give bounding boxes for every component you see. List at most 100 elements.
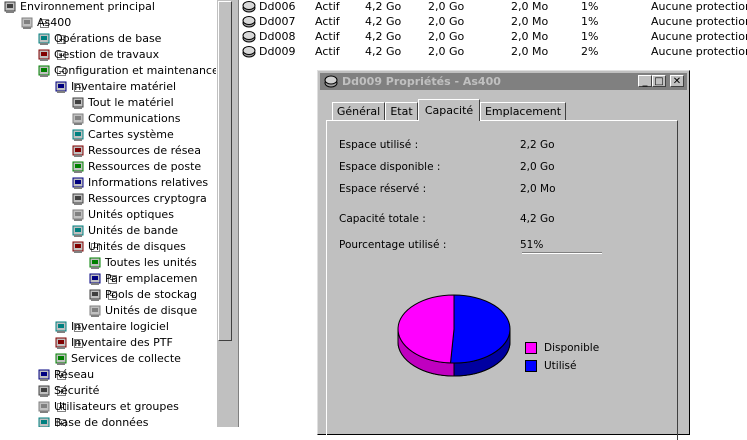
- by-location-icon: [88, 272, 102, 286]
- tree-item-label: Unités optiques: [88, 208, 174, 221]
- tape-units-icon: [71, 224, 85, 238]
- tab-general[interactable]: Général: [332, 102, 385, 120]
- legend-label-available: Disponible: [544, 342, 600, 354]
- tree-item-label: Environnement principal: [20, 0, 155, 13]
- tab-capacite[interactable]: Capacité: [418, 99, 480, 121]
- maximize-button[interactable]: □: [652, 75, 666, 87]
- available-space-value: 2,0 Go: [520, 161, 555, 173]
- total-separator: [522, 252, 602, 254]
- tab-emplacement[interactable]: Emplacement: [480, 102, 566, 120]
- security-icon: [37, 384, 51, 398]
- list-row[interactable]: Dd009 Actif 4,2 Go 2,0 Go 2,0 Mo 2% Aucune pro…: [239, 44, 747, 60]
- list-cell-name: Dd006: [259, 0, 296, 13]
- list-cell-available: 2,0 Go: [428, 15, 465, 28]
- list-cell-name: Dd009: [259, 45, 296, 58]
- list-cell-used-pct: 1%: [581, 30, 599, 43]
- tree-item-label: Inventaire logiciel: [71, 320, 169, 333]
- list-cell-reserved: 2,0 Mo: [511, 30, 549, 43]
- percent-used-value: 51%: [520, 239, 544, 251]
- tree-item-label: Sécurité: [54, 384, 100, 397]
- communications-icon: [71, 112, 85, 126]
- tree-item-label: Informations relatives: [88, 176, 209, 189]
- tree-item-label: Base de données: [54, 416, 149, 427]
- storage-pools-icon: [88, 288, 102, 302]
- list-cell-capacity: 4,2 Go: [365, 45, 402, 58]
- list-row[interactable]: Dd008 Actif 4,2 Go 2,0 Go 2,0 Mo 1% Aucune pro…: [239, 29, 747, 45]
- list-cell-name: Dd008: [259, 30, 296, 43]
- list-cell-used-pct: 2%: [581, 45, 599, 58]
- legend-swatch-used: [525, 360, 537, 372]
- list-cell-status: Actif: [315, 45, 340, 58]
- tree-item-label: Services de collecte: [71, 352, 181, 365]
- database-icon: [37, 416, 51, 427]
- tree-item-label: Utilisateurs et groupes: [54, 400, 179, 413]
- list-cell-status: Actif: [315, 30, 340, 43]
- list-cell-protection: Aucune protection: [651, 0, 747, 13]
- scrollbar-thumb[interactable]: [218, 1, 232, 341]
- disk-unit-icon: [242, 45, 256, 63]
- tree-item-label: Cartes système: [88, 128, 174, 141]
- tree-vertical-scrollbar[interactable]: [216, 0, 233, 427]
- list-cell-available: 2,0 Go: [428, 45, 465, 58]
- tree-item-label: Unités de disques: [88, 240, 186, 253]
- tree-item-label: Communications: [88, 112, 181, 125]
- close-button[interactable]: ✕: [670, 75, 684, 87]
- tree-item-label: Inventaire des PTF: [71, 336, 173, 349]
- list-row[interactable]: Dd007 Actif 4,2 Go 2,0 Go 2,0 Mo 1% Aucune pro…: [239, 14, 747, 30]
- percent-used-label: Pourcentage utilisé :: [339, 239, 447, 251]
- list-cell-available: 2,0 Go: [428, 0, 465, 13]
- network-icon: [37, 368, 51, 382]
- capacity-pie-chart: [397, 294, 511, 377]
- nonconfigured-disk-icon: [88, 304, 102, 318]
- tree-item-label: Gestion de travaux: [54, 48, 160, 61]
- basic-operations-icon: [37, 32, 51, 46]
- disk-units-icon: [71, 240, 85, 254]
- hardware-inventory-icon: [54, 80, 68, 94]
- dialog-title: Dd009 Propriétés - As400: [342, 75, 501, 88]
- tree-item-label: Pools de stockag: [105, 288, 197, 301]
- list-cell-status: Actif: [315, 15, 340, 28]
- reserved-space-label: Espace réservé :: [339, 183, 427, 195]
- dialog-title-bar[interactable]: Dd009 Propriétés - As400 _ □ ✕: [320, 73, 687, 90]
- minimize-button[interactable]: _: [638, 75, 652, 87]
- navigation-tree: Environnement principal − As400 + Opérations…: [0, 0, 216, 427]
- list-cell-reserved: 2,0 Mo: [511, 45, 549, 58]
- list-cell-status: Actif: [315, 0, 340, 13]
- list-cell-protection: Aucune protection: [651, 45, 747, 58]
- list-cell-capacity: 4,2 Go: [365, 15, 402, 28]
- legend-label-used: Utilisé: [544, 360, 577, 372]
- tree-item-label: Configuration et maintenance: [54, 64, 216, 77]
- work-management-icon: [37, 48, 51, 62]
- list-cell-protection: Aucune protection: [651, 30, 747, 43]
- system-cards-icon: [71, 128, 85, 142]
- used-space-label: Espace utilisé :: [339, 139, 419, 151]
- server-icon: [20, 16, 34, 30]
- software-inventory-icon: [54, 320, 68, 334]
- optical-units-icon: [71, 208, 85, 222]
- all-hardware-icon: [71, 96, 85, 110]
- tree-item-label: Tout le matériel: [88, 96, 174, 109]
- users-groups-icon: [37, 400, 51, 414]
- list-cell-reserved: 2,0 Mo: [511, 0, 549, 13]
- tab-etat[interactable]: Etat: [385, 102, 418, 120]
- used-space-value: 2,2 Go: [520, 139, 555, 151]
- list-row[interactable]: Dd006 Actif 4,2 Go 2,0 Go 2,0 Mo 1% Aucune pro…: [239, 0, 747, 15]
- all-disk-units-icon: [88, 256, 102, 270]
- computer-network-icon: [3, 0, 17, 14]
- list-cell-available: 2,0 Go: [428, 30, 465, 43]
- tree-item-label: Ressources de résea: [88, 144, 201, 157]
- list-cell-used-pct: 1%: [581, 0, 599, 13]
- cryptographic-resources-icon: [71, 192, 85, 206]
- list-cell-used-pct: 1%: [581, 15, 599, 28]
- tree-item-label: Unités de disque: [105, 304, 198, 317]
- properties-dialog: Dd009 Propriétés - As400 _ □ ✕ Général E…: [317, 70, 690, 440]
- disk-unit-icon: [324, 75, 338, 91]
- tree-item-label: Inventaire matériel: [71, 80, 177, 93]
- tree-item-label: Ressources de poste: [88, 160, 202, 173]
- tree-item-label: Ressources cryptogra: [88, 192, 207, 205]
- available-space-label: Espace disponible :: [339, 161, 441, 173]
- tree-item-label: Réseau: [54, 368, 95, 381]
- total-capacity-label: Capacité totale :: [339, 213, 426, 225]
- workstation-resources-icon: [71, 160, 85, 174]
- ptf-inventory-icon: [54, 336, 68, 350]
